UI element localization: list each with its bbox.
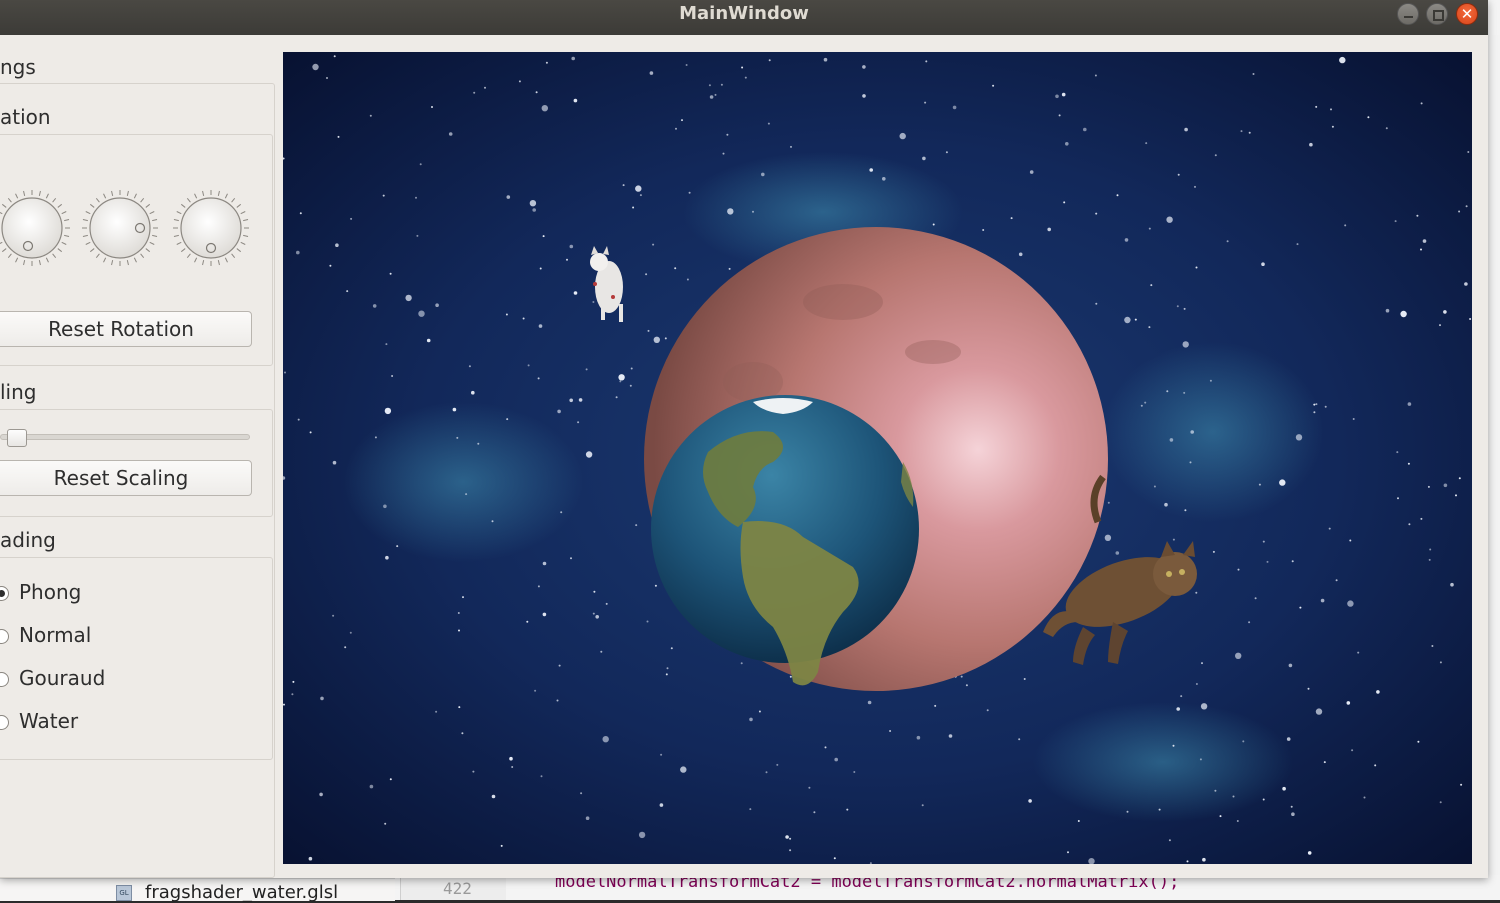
shading-label-normal[interactable]: Normal <box>19 623 91 647</box>
scene-render <box>283 52 1472 864</box>
rotation-dial-y[interactable] <box>79 187 161 269</box>
minimize-button[interactable] <box>1397 3 1419 25</box>
shading-label-phong[interactable]: Phong <box>19 580 81 604</box>
minimize-icon <box>1398 4 1418 24</box>
maximize-icon <box>1427 4 1447 24</box>
scaling-slider-handle[interactable] <box>6 429 27 447</box>
line-number-gutter: 422 <box>400 878 506 900</box>
reset-rotation-button[interactable]: Reset Rotation <box>0 311 252 347</box>
scaling-group-title: ling <box>0 380 37 404</box>
project-file-tree: GL fragshader_water.glsl <box>0 878 395 903</box>
main-window: MainWindow ✕ ngs ation Reset Rotation li… <box>0 0 1488 878</box>
rotation-group-title: ation <box>0 105 51 129</box>
settings-panel: ngs ation Reset Rotation ling Reset Scal… <box>0 35 283 878</box>
shading-label-gouraud[interactable]: Gouraud <box>19 666 105 690</box>
title-bar[interactable]: MainWindow ✕ <box>0 0 1488 35</box>
editor-right-strip <box>1488 35 1500 875</box>
gl-viewport[interactable] <box>283 52 1472 864</box>
scaling-slider-track[interactable] <box>0 434 250 440</box>
window-title: MainWindow <box>679 3 809 24</box>
rotation-dial-x[interactable] <box>0 187 73 269</box>
line-number: 422 <box>443 879 472 898</box>
settings-group-title: ngs <box>0 55 36 79</box>
glsl-file-icon: GL <box>116 885 132 901</box>
rotation-dial-z[interactable] <box>170 187 252 269</box>
maximize-button[interactable] <box>1426 3 1448 25</box>
shading-label-water[interactable]: Water <box>19 709 78 733</box>
shading-group-title: ading <box>0 528 56 552</box>
close-icon: ✕ <box>1460 5 1474 23</box>
close-button[interactable]: ✕ <box>1456 3 1478 25</box>
reset-scaling-button[interactable]: Reset Scaling <box>0 460 252 496</box>
